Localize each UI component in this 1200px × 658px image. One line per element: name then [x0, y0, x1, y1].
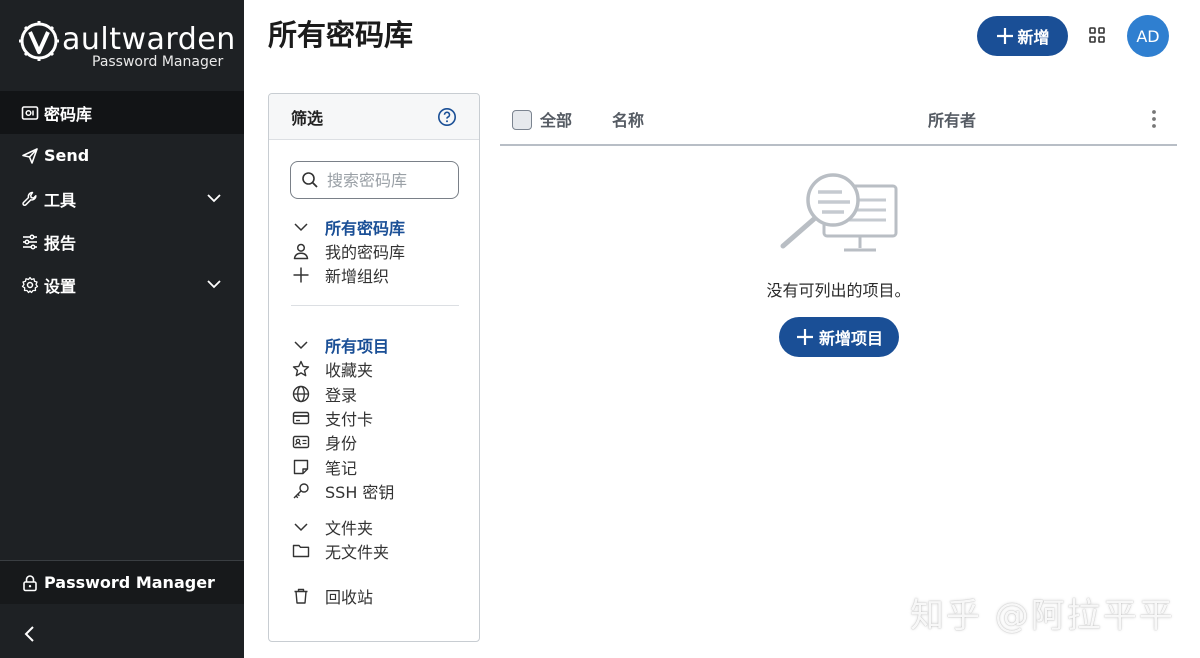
- filter-trash[interactable]: 回收站: [291, 585, 373, 607]
- sliders-icon: [20, 232, 40, 252]
- filter-ssh-key[interactable]: SSH 密钥: [291, 480, 394, 502]
- filter-all-vaults[interactable]: 所有密码库: [291, 216, 405, 238]
- star-icon: [291, 359, 311, 379]
- more-options-icon[interactable]: [1144, 108, 1164, 130]
- logo-wordmark: aultwarden: [62, 22, 236, 57]
- chevron-down-icon[interactable]: [291, 517, 311, 537]
- product-switcher-label: Password Manager: [44, 573, 215, 592]
- filter-all-items[interactable]: 所有项目: [291, 334, 389, 356]
- select-all-checkbox[interactable]: [512, 110, 532, 130]
- filter-header: 筛选: [269, 94, 479, 140]
- empty-state-message: 没有可列出的项目。: [766, 281, 911, 300]
- plus-icon: [796, 329, 813, 345]
- add-item-button-label: 新增项目: [818, 329, 883, 348]
- sidebar-item-tools[interactable]: 工具: [0, 177, 244, 220]
- plus-icon: [291, 265, 311, 285]
- sidebar-item-label: 设置: [44, 276, 77, 296]
- filter-favorites[interactable]: 收藏夹: [291, 358, 373, 380]
- filter-item-label: 笔记: [325, 459, 358, 478]
- filter-item-label: 回收站: [325, 588, 374, 607]
- filter-card[interactable]: 支付卡: [291, 407, 373, 429]
- column-owner-header[interactable]: 所有者: [928, 107, 976, 131]
- folder-icon: [291, 541, 311, 561]
- avatar[interactable]: AD: [1127, 15, 1169, 57]
- filter-new-org[interactable]: 新增组织: [291, 264, 389, 286]
- user-icon: [291, 241, 311, 261]
- globe-icon: [291, 384, 311, 404]
- column-name-header[interactable]: 名称: [612, 107, 644, 131]
- sidebar-item-label: 密码库: [44, 104, 93, 124]
- filter-identity[interactable]: 身份: [291, 431, 357, 453]
- empty-search-illustration: [780, 173, 898, 252]
- plus-icon: [997, 28, 1014, 44]
- filter-divider: [291, 305, 459, 306]
- vault-table-header: 全部 名称 所有者: [500, 93, 1177, 146]
- sidebar-item-label: 报告: [44, 233, 77, 253]
- product-switcher[interactable]: Password Manager: [0, 560, 244, 604]
- sidebar: aultwarden Password Manager 密码库 Send 工具: [0, 0, 244, 658]
- vaultwarden-logo-icon: [19, 21, 59, 61]
- sticky-note-icon: [291, 457, 311, 477]
- help-icon[interactable]: [437, 107, 457, 127]
- key-icon: [291, 481, 311, 501]
- sidebar-item-settings[interactable]: 设置: [0, 263, 244, 306]
- vault-icon: [20, 103, 40, 123]
- wrench-icon: [20, 189, 40, 209]
- apps-grid-icon[interactable]: [1088, 26, 1106, 44]
- filter-panel: 筛选 所有密码库 我的密码库 新增组织 所有项目 收藏夹 登录 支付卡 身份: [268, 93, 480, 642]
- chevron-down-icon[interactable]: [206, 276, 222, 292]
- watermark: 知乎 @阿拉平平: [910, 596, 1175, 636]
- filter-item-label: 收藏夹: [325, 361, 374, 380]
- id-card-icon: [291, 432, 311, 452]
- filter-item-label: 文件夹: [325, 519, 374, 538]
- sidebar-item-reports[interactable]: 报告: [0, 220, 244, 263]
- filter-folders[interactable]: 文件夹: [291, 516, 373, 538]
- filter-item-label: 新增组织: [325, 267, 390, 286]
- filter-my-vault[interactable]: 我的密码库: [291, 240, 405, 262]
- sidebar-item-label: Send: [44, 146, 90, 165]
- filter-login[interactable]: 登录: [291, 383, 357, 405]
- filter-item-label: 我的密码库: [325, 243, 406, 262]
- gear-icon: [20, 275, 40, 295]
- filter-item-label: 登录: [325, 386, 358, 405]
- filter-title: 筛选: [291, 108, 324, 128]
- filter-note[interactable]: 笔记: [291, 456, 357, 478]
- sidebar-item-vault[interactable]: 密码库: [0, 91, 244, 134]
- new-button[interactable]: 新增: [977, 16, 1068, 56]
- column-all-label[interactable]: 全部: [540, 107, 572, 131]
- collapse-sidebar-icon[interactable]: [18, 622, 42, 646]
- send-icon: [20, 146, 40, 166]
- filter-item-label: 身份: [325, 434, 358, 453]
- chevron-down-icon[interactable]: [206, 190, 222, 206]
- filter-item-label: 所有密码库: [325, 219, 406, 238]
- filter-no-folder[interactable]: 无文件夹: [291, 540, 389, 562]
- search-input[interactable]: [327, 170, 447, 190]
- add-item-button[interactable]: 新增项目: [779, 317, 899, 357]
- filter-item-label: 无文件夹: [325, 543, 390, 562]
- filter-item-label: 所有项目: [325, 337, 390, 356]
- chevron-down-icon[interactable]: [291, 335, 311, 355]
- logo-subtitle: Password Manager: [92, 54, 224, 70]
- lock-icon: [20, 573, 40, 593]
- filter-item-label: SSH 密钥: [325, 483, 395, 502]
- trash-icon: [291, 586, 311, 606]
- page-title: 所有密码库: [268, 18, 414, 52]
- sidebar-nav: 密码库 Send 工具 报告 设置: [0, 91, 244, 306]
- credit-card-icon: [291, 408, 311, 428]
- chevron-down-icon[interactable]: [291, 217, 311, 237]
- vaultwarden-logo[interactable]: aultwarden Password Manager: [18, 18, 235, 74]
- search-box[interactable]: [290, 161, 459, 199]
- search-icon: [302, 172, 318, 188]
- filter-item-label: 支付卡: [325, 410, 374, 429]
- new-button-label: 新增: [1017, 28, 1050, 47]
- sidebar-item-label: 工具: [44, 190, 77, 210]
- sidebar-item-send[interactable]: Send: [0, 134, 244, 177]
